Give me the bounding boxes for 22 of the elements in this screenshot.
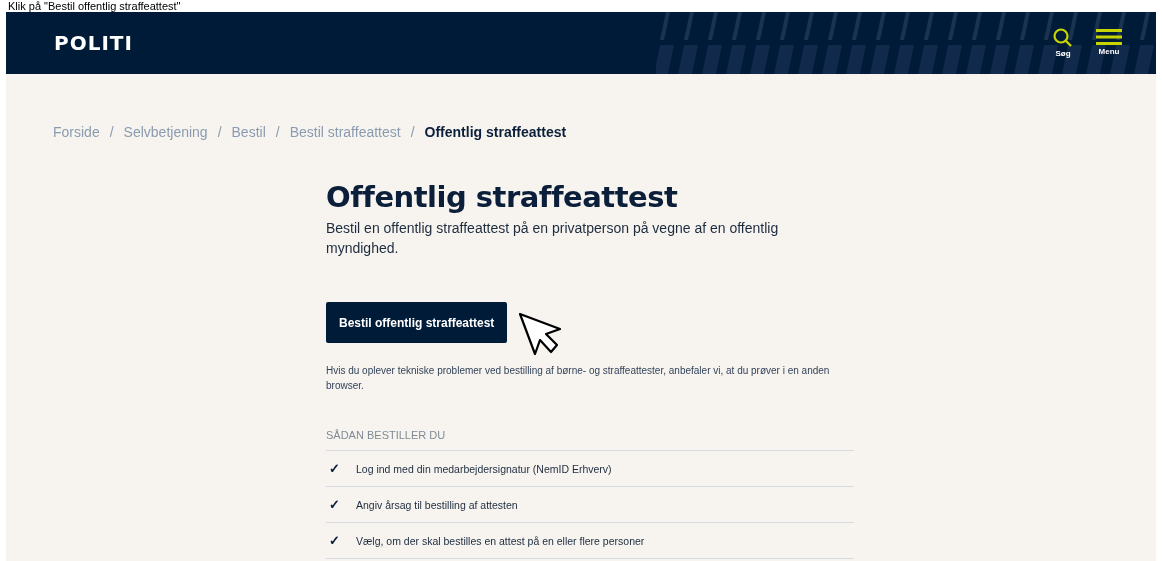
breadcrumb-separator: /: [109, 124, 114, 140]
breadcrumb-separator: /: [410, 124, 415, 140]
menu-icon: [1096, 28, 1122, 46]
notice-text: Hvis du oplever tekniske problemer ved bestilling af børne- og straffeattester, anbefaler vi, at du prøver i en anden browser.: [326, 364, 831, 393]
breadcrumb-separator: /: [217, 124, 222, 140]
search-icon: [1052, 28, 1074, 48]
check-mark: ✓: [329, 497, 340, 512]
step-text: Log ind med din medarbejdersignatur (NemID Erhverv): [356, 462, 612, 475]
check-mark: ✓: [329, 461, 340, 476]
check-mark: ✓: [329, 533, 340, 548]
menu-button[interactable]: Menu: [1096, 28, 1122, 58]
cursor-arrow-icon: [518, 312, 562, 356]
step-text: Vælg, om der skal bestilles en attest på en eller flere personer: [356, 534, 645, 547]
step-text: Angiv årsag til bestilling af attesten: [356, 498, 518, 511]
search-button[interactable]: Søg: [1052, 28, 1074, 58]
breadcrumb-separator: /: [275, 124, 280, 140]
intro-text: Bestil en offentlig straffeattest på en privatperson på vegne af en offentlig myndighed.: [326, 219, 780, 258]
page-title: Offentlig straffeattest: [326, 180, 679, 214]
order-button[interactable]: Bestil offentlig straffeattest: [326, 302, 508, 343]
caption-text: Klik på "Bestil offentlig straffeattest": [7, 0, 182, 12]
site-logo[interactable]: POLITI: [54, 31, 133, 55]
steps-heading: SÅDAN BESTILLER DU: [326, 429, 854, 451]
